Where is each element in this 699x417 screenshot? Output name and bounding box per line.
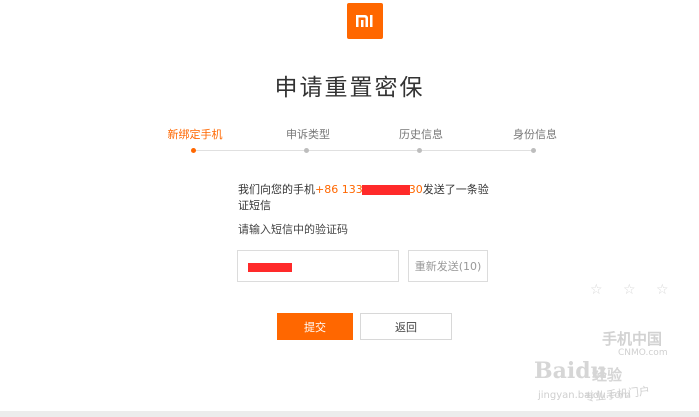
step-label: 新绑定手机: [167, 128, 223, 141]
page-background: 申请重置密保 新绑定手机 申诉类型 历史信息 身份信息 我们向您的手机+86 1…: [0, 0, 699, 417]
step-label: 历史信息: [399, 128, 443, 141]
step-label: 申诉类型: [286, 128, 330, 141]
steps-progress-line: [194, 150, 534, 151]
step-dot: [531, 148, 536, 153]
page-title: 申请重置密保: [274, 75, 425, 101]
resend-button[interactable]: 重新发送(10): [408, 250, 488, 282]
sms-sent-message: 我们向您的手机+86 133 30发送了一条验证短信: [238, 182, 494, 214]
watermark-site: 手机中国: [602, 330, 663, 348]
step-dot-active: [191, 148, 196, 153]
step-appeal-type: 申诉类型: [253, 126, 363, 153]
step-identity: 身份信息: [480, 126, 590, 153]
phone-number-end: 30: [408, 183, 423, 196]
submit-button[interactable]: 提交: [277, 313, 353, 340]
verification-code-input[interactable]: [237, 250, 399, 282]
step-dot: [304, 148, 309, 153]
message-prefix: 我们向您的手机: [238, 183, 315, 196]
step-history: 历史信息: [366, 126, 476, 153]
watermark-jingyan: 经验: [592, 366, 623, 384]
step-dot: [417, 148, 422, 153]
watermark-site-sub: CNMO.com: [618, 348, 668, 358]
bottom-strip: [0, 411, 699, 417]
redacted-code: [248, 263, 292, 272]
phone-number-start: +86 133: [315, 183, 363, 196]
mi-logo-icon: [356, 15, 373, 27]
watermark: ☆ ☆ ☆ 手机中国 CNMO.com Baidu 经验 专业手机门户 jing…: [530, 282, 699, 417]
code-prompt: 请输入短信中的验证码: [238, 223, 348, 236]
step-new-phone: 新绑定手机: [140, 126, 250, 153]
redacted-phone-digits: [361, 185, 410, 195]
step-label: 身份信息: [513, 128, 557, 141]
watermark-url: jingyan.baidu.com: [538, 390, 631, 401]
back-button[interactable]: 返回: [360, 313, 452, 340]
mi-logo[interactable]: [347, 3, 383, 39]
watermark-stars: ☆ ☆ ☆: [590, 282, 677, 298]
